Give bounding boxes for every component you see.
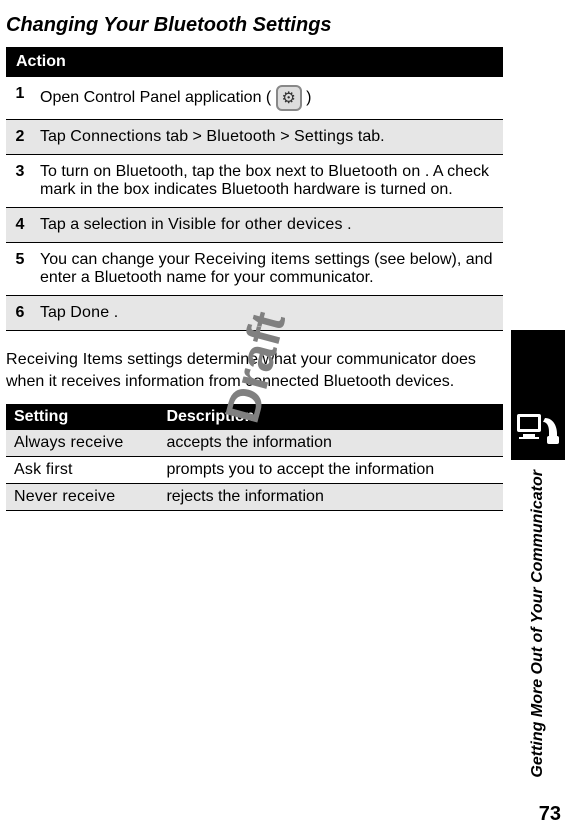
setting-name: Ask first bbox=[6, 457, 158, 484]
step-number: 3 bbox=[6, 155, 34, 208]
ui-term: Receiving Items bbox=[6, 351, 123, 368]
step-text: Open Control Panel application ( ⚙ ) bbox=[34, 77, 503, 120]
step-row: 1 Open Control Panel application ( ⚙ ) bbox=[6, 77, 503, 120]
ui-term: Bluetooth on bbox=[328, 163, 420, 180]
setting-desc: accepts the information bbox=[158, 430, 503, 457]
settings-table: Setting Description Always receive accep… bbox=[6, 404, 503, 511]
setting-name: Never receive bbox=[6, 484, 158, 511]
step-text: Tap Done . bbox=[34, 296, 503, 331]
ui-term: Settings bbox=[294, 128, 353, 145]
setting-desc: prompts you to accept the information bbox=[158, 457, 503, 484]
ui-term: Connections bbox=[70, 128, 161, 145]
section-title: Changing Your Bluetooth Settings bbox=[6, 14, 503, 37]
settings-row: Never receive rejects the information bbox=[6, 484, 503, 511]
step-row: 6 Tap Done . bbox=[6, 296, 503, 331]
action-header: Action bbox=[6, 47, 503, 77]
right-rail: Getting More Out of Your Communicator bbox=[511, 330, 565, 778]
ui-term: Visible for other devices bbox=[168, 216, 343, 233]
text-fragment: tab. bbox=[358, 128, 385, 145]
text-fragment: Tap bbox=[40, 128, 70, 145]
settings-header-setting: Setting bbox=[6, 404, 158, 430]
side-section-title: Getting More Out of Your Communicator bbox=[528, 470, 547, 778]
step-text: Tap Connections tab > Bluetooth > Settin… bbox=[34, 120, 503, 155]
step-row: 3 To turn on Bluetooth, tap the box next… bbox=[6, 155, 503, 208]
setting-name: Always receive bbox=[6, 430, 158, 457]
setting-desc: rejects the information bbox=[158, 484, 503, 511]
page-number: 73 bbox=[539, 803, 561, 826]
text-fragment: > bbox=[280, 128, 294, 145]
text-fragment: Open Control Panel application ( bbox=[40, 89, 276, 106]
ui-term: Receiving items bbox=[194, 251, 310, 268]
section-icon-box bbox=[511, 330, 565, 460]
settings-row: Always receive accepts the information bbox=[6, 430, 503, 457]
step-number: 6 bbox=[6, 296, 34, 331]
step-number: 5 bbox=[6, 243, 34, 296]
text-fragment: tab > bbox=[166, 128, 206, 145]
step-text: Tap a selection in Visible for other dev… bbox=[34, 208, 503, 243]
receiving-paragraph: Receiving Items settings determine what … bbox=[6, 349, 503, 392]
text-fragment: . bbox=[347, 216, 351, 233]
gear-icon: ⚙ bbox=[276, 85, 302, 111]
step-row: 5 You can change your Receiving items se… bbox=[6, 243, 503, 296]
step-row: 2 Tap Connections tab > Bluetooth > Sett… bbox=[6, 120, 503, 155]
ui-term: Bluetooth bbox=[206, 128, 275, 145]
text-fragment: Tap bbox=[40, 304, 70, 321]
computer-phone-icon bbox=[515, 408, 561, 448]
ui-term: Done bbox=[70, 304, 109, 321]
step-text: You can change your Receiving items sett… bbox=[34, 243, 503, 296]
step-number: 1 bbox=[6, 77, 34, 120]
text-fragment: To turn on Bluetooth, tap the box next t… bbox=[40, 163, 328, 180]
settings-header-description: Description bbox=[158, 404, 503, 430]
action-table: Action 1 Open Control Panel application … bbox=[6, 47, 503, 331]
step-row: 4 Tap a selection in Visible for other d… bbox=[6, 208, 503, 243]
text-fragment: You can change your bbox=[40, 251, 194, 268]
text-fragment: . bbox=[114, 304, 118, 321]
settings-row: Ask first prompts you to accept the info… bbox=[6, 457, 503, 484]
text-fragment: Tap a selection in bbox=[40, 216, 168, 233]
step-text: To turn on Bluetooth, tap the box next t… bbox=[34, 155, 503, 208]
step-number: 2 bbox=[6, 120, 34, 155]
text-fragment: ) bbox=[306, 89, 311, 106]
step-number: 4 bbox=[6, 208, 34, 243]
